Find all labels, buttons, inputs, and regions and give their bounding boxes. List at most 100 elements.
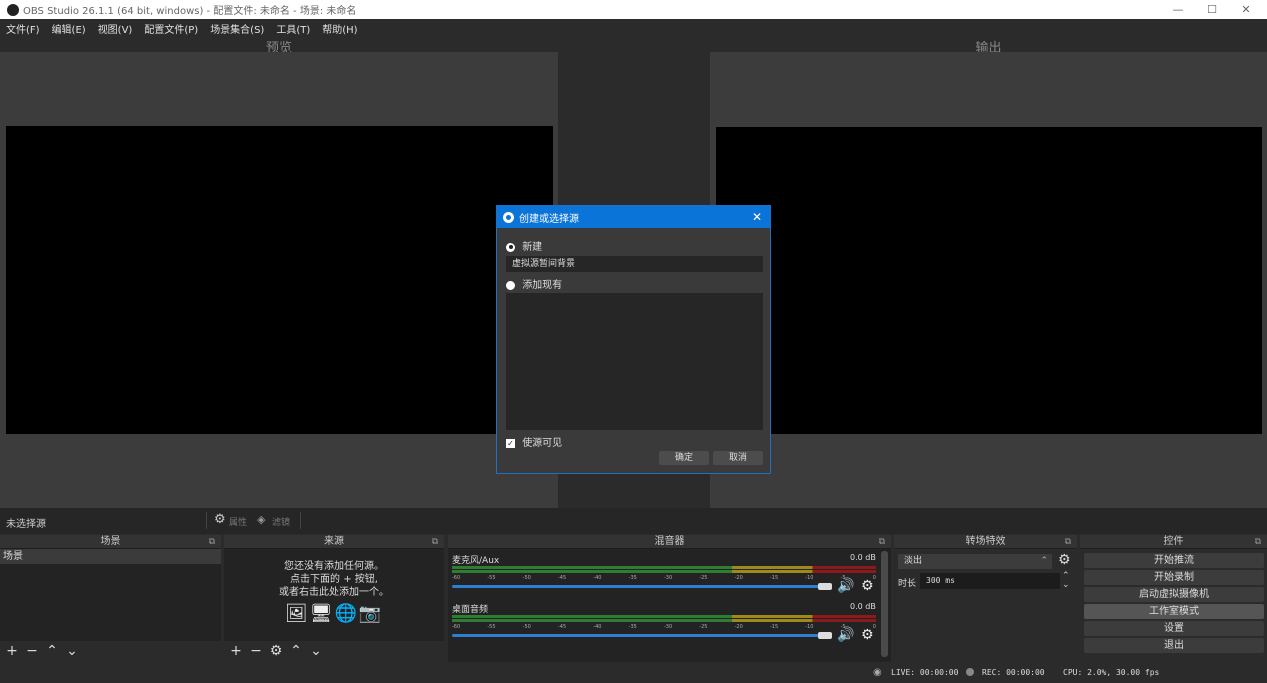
menu-edit[interactable]: 编辑(E) bbox=[46, 21, 92, 36]
filters-button[interactable]: 滤镜 bbox=[272, 515, 290, 528]
cancel-button[interactable]: 取消 bbox=[713, 451, 763, 465]
transition-select-value: 淡出 bbox=[904, 556, 923, 566]
source-settings-icon[interactable]: ⚙ bbox=[268, 643, 284, 659]
level-meter bbox=[452, 566, 876, 569]
move-down-icon[interactable]: ⌄ bbox=[64, 643, 80, 659]
separator bbox=[300, 512, 301, 529]
source-toolbar: 未选择源 ⚙ 属性 ◈ 滤镜 bbox=[0, 508, 1267, 534]
level-meter bbox=[452, 615, 876, 618]
undock-icon[interactable]: ⧉ bbox=[879, 535, 885, 549]
channel-name: 麦克风/Aux bbox=[452, 556, 500, 566]
create-new-label: 新建 bbox=[522, 242, 543, 253]
empty-hint-line: 您还没有添加任何源。 bbox=[284, 561, 384, 572]
add-scene-icon[interactable]: + bbox=[4, 643, 20, 659]
image-icon: 🖼 bbox=[284, 603, 310, 624]
volume-slider[interactable] bbox=[452, 585, 826, 588]
duration-input[interactable]: 300 ms bbox=[920, 573, 1060, 589]
output-canvas[interactable] bbox=[716, 127, 1262, 434]
start-recording-button[interactable]: 开始录制 bbox=[1084, 570, 1264, 585]
check-icon: ✓ bbox=[506, 438, 515, 448]
speaker-icon[interactable]: 🔊 bbox=[837, 627, 854, 643]
sources-header: 来源 ⧉ bbox=[224, 535, 444, 549]
add-source-icon[interactable]: + bbox=[228, 643, 244, 659]
undock-icon[interactable]: ⧉ bbox=[1065, 535, 1071, 549]
transitions-dock: 转场特效 ⧉ 淡出 ⌃ ⚙ 时长 300 ms ⌃ ⌄ bbox=[894, 535, 1077, 663]
cpu-fps: CPU: 2.0%, 30.00 fps bbox=[1063, 668, 1160, 677]
mixer-scrollbar[interactable] bbox=[881, 551, 888, 657]
dialog-title: 创建或选择源 bbox=[519, 213, 579, 225]
menu-tools[interactable]: 工具(T) bbox=[270, 21, 316, 36]
menu-file[interactable]: 文件(F) bbox=[0, 21, 46, 36]
meter-scale: -60 -55 -50 -45 -40 -35 -30 -25 -20 -15 -10 -5 0 bbox=[452, 575, 876, 581]
scenes-header: 场景 ⧉ bbox=[0, 535, 221, 549]
close-icon[interactable]: ✕ bbox=[752, 210, 762, 224]
spin-down-icon[interactable]: ⌄ bbox=[1062, 580, 1070, 590]
start-virtual-camera-button[interactable]: 启动虚拟摄像机 bbox=[1084, 587, 1264, 602]
level-meter bbox=[452, 619, 876, 622]
sources-title: 来源 bbox=[324, 536, 344, 547]
speaker-icon[interactable]: 🔊 bbox=[837, 578, 854, 594]
volume-slider[interactable] bbox=[452, 634, 826, 637]
move-up-icon[interactable]: ⌃ bbox=[288, 643, 304, 659]
obs-logo-icon bbox=[7, 3, 19, 16]
status-bar: ◉ LIVE: 00:00:00 REC: 00:00:00 CPU: 2.0%… bbox=[0, 664, 1267, 683]
existing-sources-list[interactable] bbox=[506, 293, 763, 430]
gear-icon[interactable]: ⚙ bbox=[861, 627, 874, 643]
remove-scene-icon[interactable]: − bbox=[24, 643, 40, 659]
sources-toolbar: + − ⚙ ⌃ ⌄ bbox=[224, 641, 444, 661]
transitions-header: 转场特效 ⧉ bbox=[894, 535, 1077, 549]
undock-icon[interactable]: ⧉ bbox=[432, 535, 438, 549]
obs-logo-icon bbox=[503, 211, 514, 223]
sources-list[interactable]: 您还没有添加任何源。 点击下面的 + 按钮, 或者右击此处添加一个。 🖼🖥🌐📷 bbox=[224, 549, 444, 641]
add-existing-radio[interactable]: 添加现有 bbox=[506, 276, 562, 291]
menu-profile[interactable]: 配置文件(P) bbox=[138, 21, 204, 36]
source-name-input[interactable]: 虚拟源暂间背景 bbox=[506, 256, 763, 272]
dialog-titlebar: 创建或选择源 ✕ bbox=[497, 206, 770, 228]
add-existing-label: 添加现有 bbox=[522, 280, 563, 291]
window-title: OBS Studio 26.1.1 (64 bit, windows) - 配置… bbox=[23, 6, 357, 17]
make-visible-checkbox[interactable]: ✓ 使源可见 bbox=[506, 434, 562, 449]
create-new-radio[interactable]: 新建 bbox=[506, 238, 542, 253]
scenes-dock: 场景 ⧉ 场景 + − ⌃ ⌄ bbox=[0, 535, 221, 663]
menu-help[interactable]: 帮助(H) bbox=[316, 21, 363, 36]
close-button[interactable]: ✕ bbox=[1229, 0, 1263, 19]
broadcast-icon: ◉ bbox=[873, 667, 882, 678]
monitor-icon: 🖥 bbox=[309, 603, 335, 624]
controls-dock: 控件 ⧉ 开始推流 开始录制 启动虚拟摄像机 工作室模式 设置 退出 bbox=[1080, 535, 1267, 663]
mixer-dock: 混音器 ⧉ 麦克风/Aux 0.0 dB -60 -55 -50 -45 -40 -35-… bbox=[448, 535, 891, 663]
camera-icon: 📷 bbox=[358, 603, 384, 624]
start-streaming-button[interactable]: 开始推流 bbox=[1084, 553, 1264, 568]
transition-select[interactable]: 淡出 ⌃ bbox=[898, 554, 1052, 569]
volume-slider-handle[interactable] bbox=[818, 583, 832, 590]
controls-title: 控件 bbox=[1163, 536, 1184, 547]
properties-button[interactable]: 属性 bbox=[229, 515, 247, 528]
minimize-button[interactable]: — bbox=[1161, 0, 1195, 19]
remove-source-icon[interactable]: − bbox=[248, 643, 264, 659]
ok-button[interactable]: 确定 bbox=[659, 451, 709, 465]
gear-icon[interactable]: ⚙ bbox=[1058, 552, 1071, 568]
menu-scene-collection[interactable]: 场景集合(S) bbox=[204, 21, 270, 36]
undock-icon[interactable]: ⧉ bbox=[1255, 535, 1261, 549]
move-up-icon[interactable]: ⌃ bbox=[44, 643, 60, 659]
volume-slider-handle[interactable] bbox=[818, 632, 832, 639]
menu-view[interactable]: 视图(V) bbox=[92, 21, 139, 36]
radio-icon bbox=[506, 242, 515, 252]
controls-header: 控件 ⧉ bbox=[1080, 535, 1267, 549]
preview-canvas[interactable] bbox=[6, 126, 553, 434]
exit-button[interactable]: 退出 bbox=[1084, 638, 1264, 653]
move-down-icon[interactable]: ⌄ bbox=[308, 643, 324, 659]
mixer-title: 混音器 bbox=[654, 536, 685, 547]
empty-hint-line: 或者右击此处添加一个。 bbox=[279, 587, 389, 598]
mixer-body: 麦克风/Aux 0.0 dB -60 -55 -50 -45 -40 -35 -30 -25-… bbox=[448, 549, 891, 662]
scene-item[interactable]: 场景 bbox=[0, 549, 221, 564]
mixer-header: 混音器 ⧉ bbox=[448, 535, 891, 549]
record-icon bbox=[966, 668, 974, 676]
gear-icon[interactable]: ⚙ bbox=[861, 578, 874, 594]
maximize-button[interactable]: ☐ bbox=[1195, 0, 1229, 19]
undock-icon[interactable]: ⧉ bbox=[209, 535, 215, 549]
live-timer: LIVE: 00:00:00 bbox=[891, 668, 959, 677]
radio-icon bbox=[506, 280, 515, 290]
gear-icon: ⚙ bbox=[214, 512, 226, 527]
settings-button[interactable]: 设置 bbox=[1084, 621, 1264, 636]
studio-mode-button[interactable]: 工作室模式 bbox=[1084, 604, 1264, 619]
